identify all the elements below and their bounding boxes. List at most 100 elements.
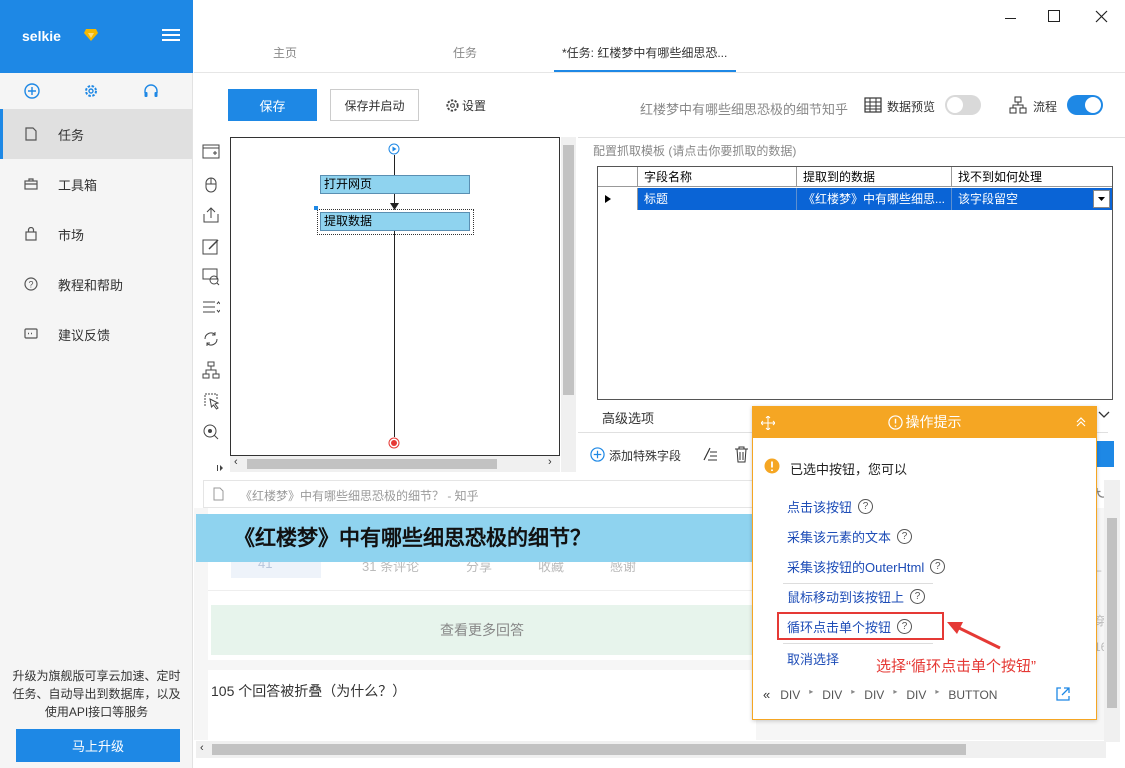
fields-grid[interactable]: 字段名称 提取到的数据 找不到如何处理 标题 《红楼梦》中有哪些细思... 该字… — [597, 166, 1113, 400]
sidebar-item-feedback[interactable]: 建议反馈 — [0, 309, 192, 359]
toolbox-icon — [24, 177, 38, 191]
trash-icon[interactable] — [734, 445, 749, 463]
help-icon[interactable]: ? — [897, 529, 913, 544]
switch-dropdown-tool-icon[interactable] — [202, 299, 220, 317]
tab-current-task[interactable]: *任务: 红楼梦中有哪些细思恐... — [562, 44, 727, 61]
help-icon[interactable]: ? — [910, 589, 926, 604]
maximize-icon[interactable] — [1048, 10, 1060, 22]
brand-header: selkie — [0, 0, 193, 73]
minimize-icon[interactable] — [1003, 10, 1019, 26]
open-page-tool-icon[interactable] — [202, 144, 220, 160]
svg-text:?: ? — [28, 280, 33, 290]
move-handle-icon[interactable] — [761, 416, 775, 430]
page-horizontal-scrollbar[interactable]: ‹ — [196, 741, 1106, 758]
breadcrumb-item[interactable]: DIV — [906, 687, 926, 702]
scroll-left-icon[interactable]: ‹ — [234, 456, 238, 468]
tab-home[interactable]: 主页 — [273, 44, 297, 61]
add-icon[interactable] — [24, 83, 40, 99]
breadcrumb-separator-icon: ▸ — [893, 687, 898, 696]
captcha-tool-icon[interactable] — [202, 268, 220, 286]
input-text-tool-icon[interactable] — [202, 237, 220, 255]
external-link-icon[interactable] — [1055, 686, 1071, 702]
scroll-thumb[interactable] — [212, 744, 966, 755]
tips-intro: 已选中按钮，您可以 — [790, 462, 908, 477]
export-tool-icon[interactable] — [202, 206, 220, 224]
scroll-right-icon[interactable]: › — [548, 456, 552, 468]
upgrade-button[interactable]: 马上升级 — [16, 729, 180, 762]
row-selector[interactable] — [598, 188, 638, 210]
flow-horizontal-scrollbar[interactable]: ‹ › — [230, 456, 560, 472]
flow-canvas[interactable]: 打开网页 提取数据 — [230, 137, 560, 456]
selection-handle — [314, 206, 318, 210]
sidebar-item-label: 教程和帮助 — [58, 277, 124, 293]
flow-step-open-page[interactable]: 打开网页 — [320, 175, 470, 194]
scroll-thumb[interactable] — [247, 459, 497, 469]
sidebar-item-market[interactable]: 市场 — [0, 209, 192, 259]
tips-header[interactable]: 操作提示 — [753, 407, 1096, 438]
cell-field-name[interactable]: 标题 — [638, 188, 797, 210]
tab-tasks[interactable]: 任务 — [453, 44, 477, 61]
flow-step-extract-data[interactable]: 提取数据 — [320, 212, 470, 231]
option-loop-click-button[interactable]: 循环点击单个按钮? — [787, 617, 913, 636]
add-icon[interactable] — [590, 447, 605, 462]
option-click-button[interactable]: 点击该按钮? — [787, 497, 874, 516]
mouse-hover-tool-icon[interactable] — [202, 392, 220, 410]
sidebar-item-toolbox[interactable]: 工具箱 — [0, 159, 192, 209]
breadcrumb-back-icon[interactable]: « — [763, 687, 770, 702]
diamond-icon — [84, 29, 98, 41]
branch-tool-icon[interactable] — [202, 361, 220, 379]
option-mouse-hover[interactable]: 鼠标移动到该按钮上? — [787, 587, 926, 606]
flow-vertical-scrollbar[interactable] — [561, 137, 576, 472]
sidebar: selkie 任务 工具箱 市场 ? 教程和帮助 建议反馈 升级为旗舰版可享云加… — [0, 0, 193, 768]
add-special-field-button[interactable]: 添加特殊字段 — [609, 447, 681, 464]
option-label: 采集该按钮的OuterHtml — [787, 560, 925, 575]
preview-toggle[interactable] — [945, 95, 981, 115]
collapse-icon[interactable] — [1075, 416, 1087, 428]
hamburger-menu-icon[interactable] — [162, 26, 180, 42]
question-title-highlight[interactable]: 《红楼梦》中有哪些细思恐极的细节？ — [196, 514, 758, 562]
help-icon[interactable]: ? — [897, 619, 913, 634]
gear-icon[interactable] — [83, 83, 99, 99]
save-and-run-button[interactable]: 保存并启动 — [330, 89, 419, 121]
folded-answers-text[interactable]: 105 个回答被折叠（为什么？） — [211, 681, 406, 701]
view-more-answers-button[interactable]: 查看更多回答 — [211, 605, 753, 655]
bag-icon — [24, 227, 38, 241]
flow-connector — [394, 155, 395, 175]
option-cancel-selection[interactable]: 取消选择 — [787, 649, 839, 668]
settings-button[interactable]: 设置 — [445, 97, 486, 114]
sidebar-item-help[interactable]: ? 教程和帮助 — [0, 259, 192, 309]
breadcrumb-item[interactable]: DIV — [780, 687, 800, 702]
scroll-thumb[interactable] — [563, 145, 574, 395]
breadcrumb-item[interactable]: DIV — [822, 687, 842, 702]
cell-not-found-select[interactable]: 该字段留空 — [952, 188, 1112, 210]
tips-title: 操作提示 — [887, 407, 962, 438]
edit-field-icon[interactable] — [702, 446, 718, 462]
task-title[interactable]: 红楼梦中有哪些细思恐极的细节知乎 — [640, 99, 858, 118]
warning-icon — [764, 458, 780, 474]
loop-tool-icon[interactable] — [202, 330, 220, 348]
click-tool-icon[interactable] — [202, 175, 220, 193]
expand-tools-icon[interactable] — [216, 464, 224, 472]
help-icon[interactable]: ? — [930, 559, 946, 574]
help-icon[interactable]: ? — [858, 499, 874, 514]
scroll-thumb[interactable] — [1107, 518, 1117, 708]
cell-extracted-data[interactable]: 《红楼梦》中有哪些细思... — [797, 188, 952, 210]
close-icon[interactable] — [1095, 10, 1108, 23]
page-vertical-scrollbar[interactable] — [1104, 480, 1120, 742]
breadcrumb-item[interactable]: BUTTON — [948, 687, 997, 702]
stop-tool-icon[interactable] — [202, 423, 220, 441]
option-extract-outerhtml[interactable]: 采集该按钮的OuterHtml? — [787, 557, 946, 576]
tab-divider — [194, 72, 1125, 73]
flow-toggle[interactable] — [1067, 95, 1103, 115]
table-icon — [864, 97, 882, 113]
breadcrumb-item[interactable]: DIV — [864, 687, 884, 702]
divider — [783, 583, 933, 584]
option-label: 取消选择 — [787, 652, 840, 667]
chevron-down-icon[interactable] — [1098, 411, 1110, 419]
headset-icon[interactable] — [143, 83, 159, 99]
scroll-left-icon[interactable]: ‹ — [200, 742, 204, 754]
sidebar-item-tasks[interactable]: 任务 — [0, 109, 192, 159]
save-button[interactable]: 保存 — [228, 89, 317, 121]
dropdown-arrow-icon[interactable] — [1093, 190, 1110, 208]
option-extract-text[interactable]: 采集该元素的文本? — [787, 527, 913, 546]
